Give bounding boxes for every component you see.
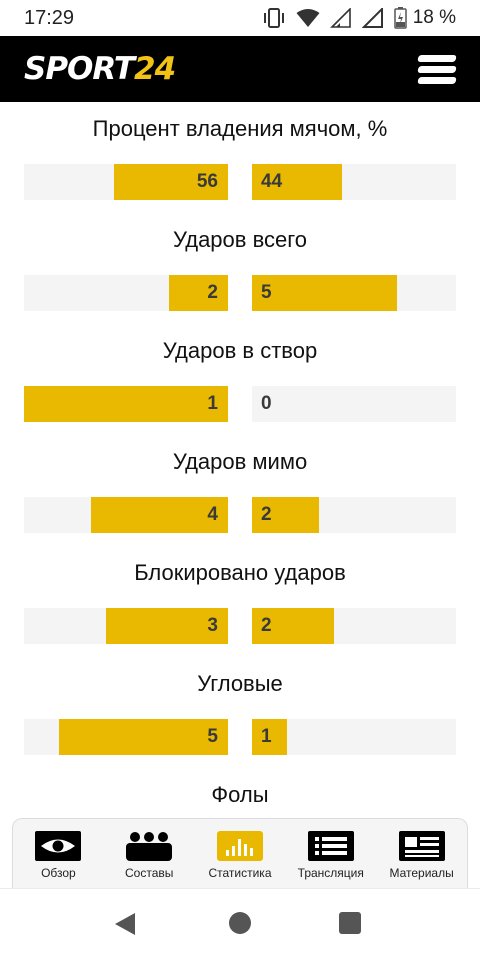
stat-title: Процент владения мячом, % bbox=[92, 116, 388, 141]
stat-bar-away: 2 bbox=[252, 608, 456, 644]
stat-value-home: 3 bbox=[207, 615, 218, 636]
stat-row: Ударов мимо 4 2 bbox=[0, 435, 480, 546]
article-icon bbox=[398, 831, 445, 861]
recent-apps-icon[interactable] bbox=[339, 912, 361, 934]
stat-title: Блокировано ударов bbox=[134, 560, 346, 585]
stat-row: Ударов в створ 1 0 bbox=[0, 324, 480, 435]
stat-bar-fill bbox=[169, 275, 228, 311]
stat-bar-away: 2 bbox=[252, 497, 456, 533]
status-bar: 17:29 18 % bbox=[0, 0, 480, 36]
tab-lineups[interactable]: Составы bbox=[104, 819, 195, 890]
stats-list: Процент владения мячом, % 56 44 Ударов всег… bbox=[0, 102, 480, 879]
stat-bar-away: 5 bbox=[252, 275, 456, 311]
stat-bar-away: 44 bbox=[252, 164, 456, 200]
stat-value-away: 0 bbox=[261, 393, 272, 414]
stat-bar-home: 56 bbox=[24, 164, 228, 200]
tab-materials[interactable]: Материалы bbox=[376, 819, 467, 890]
tab-broadcast[interactable]: Трансляция bbox=[285, 819, 376, 890]
stat-title: Фолы bbox=[211, 782, 269, 807]
battery-icon bbox=[393, 7, 407, 29]
tab-label: Статистика bbox=[208, 866, 272, 880]
tab-label: Составы bbox=[125, 866, 174, 880]
menu-button[interactable] bbox=[417, 55, 457, 85]
stat-value-home: 56 bbox=[196, 171, 218, 192]
stat-title: Угловые bbox=[197, 671, 283, 696]
status-time: 17:29 bbox=[24, 7, 75, 29]
tab-label: Трансляция bbox=[297, 866, 364, 880]
stat-title: Ударов мимо bbox=[172, 449, 308, 474]
back-icon[interactable] bbox=[113, 912, 137, 936]
stat-value-away: 2 bbox=[261, 615, 272, 636]
status-icons: 18 % bbox=[262, 6, 456, 30]
vibrate-icon bbox=[263, 8, 284, 28]
stat-bar-home: 5 bbox=[24, 719, 228, 755]
stat-title: Ударов в створ bbox=[162, 338, 318, 363]
stat-bar-home: 4 bbox=[24, 497, 228, 533]
app-header: SPORT24 bbox=[0, 36, 480, 102]
home-icon[interactable] bbox=[229, 912, 251, 934]
bottom-tab-bar: Обзор Составы Статистика Трансляция Мате… bbox=[12, 818, 468, 890]
logo-sport-text: SPORT bbox=[24, 51, 135, 87]
stat-row: Процент владения мячом, % 56 44 bbox=[0, 102, 480, 213]
signal-icon bbox=[329, 8, 351, 28]
stat-bar-home: 1 bbox=[24, 386, 228, 422]
logo-number-text: 24 bbox=[134, 51, 176, 87]
stat-value-home: 4 bbox=[207, 504, 218, 525]
stat-bar-home: 2 bbox=[24, 275, 228, 311]
system-nav-bar bbox=[0, 888, 480, 960]
tab-overview[interactable]: Обзор bbox=[13, 819, 104, 890]
lineup-icon bbox=[126, 832, 173, 861]
stat-value-away: 1 bbox=[261, 726, 272, 747]
sport24-logo[interactable]: SPORT24 bbox=[24, 51, 176, 87]
stat-value-away: 5 bbox=[261, 282, 272, 303]
signal-empty-icon bbox=[361, 8, 383, 28]
eye-icon bbox=[35, 831, 82, 861]
stat-row: Ударов всего 2 5 bbox=[0, 213, 480, 324]
stat-value-away: 44 bbox=[261, 171, 283, 192]
battery-percent: 18 % bbox=[412, 7, 456, 28]
menu-icon bbox=[417, 55, 457, 62]
stat-bar-away: 0 bbox=[252, 386, 456, 422]
stat-value-home: 5 bbox=[207, 726, 218, 747]
stat-bar-away: 1 bbox=[252, 719, 456, 755]
stat-value-away: 2 bbox=[261, 504, 272, 525]
stat-title: Ударов всего bbox=[172, 227, 308, 252]
stat-value-home: 2 bbox=[207, 282, 218, 303]
list-icon bbox=[307, 831, 354, 861]
tab-statistics[interactable]: Статистика bbox=[195, 819, 286, 890]
stat-row: Блокировано ударов 3 2 bbox=[0, 546, 480, 657]
stat-bar-fill bbox=[24, 386, 228, 422]
wifi-icon bbox=[296, 9, 320, 27]
stat-bar-fill bbox=[252, 275, 397, 311]
stat-row: Угловые 5 1 bbox=[0, 657, 480, 768]
tab-label: Обзор bbox=[41, 866, 76, 880]
stat-bar-home: 3 bbox=[24, 608, 228, 644]
bar-chart-icon bbox=[216, 831, 263, 861]
tab-label: Материалы bbox=[389, 866, 454, 880]
stat-bar-fill bbox=[59, 719, 228, 755]
stat-value-home: 1 bbox=[207, 393, 218, 414]
